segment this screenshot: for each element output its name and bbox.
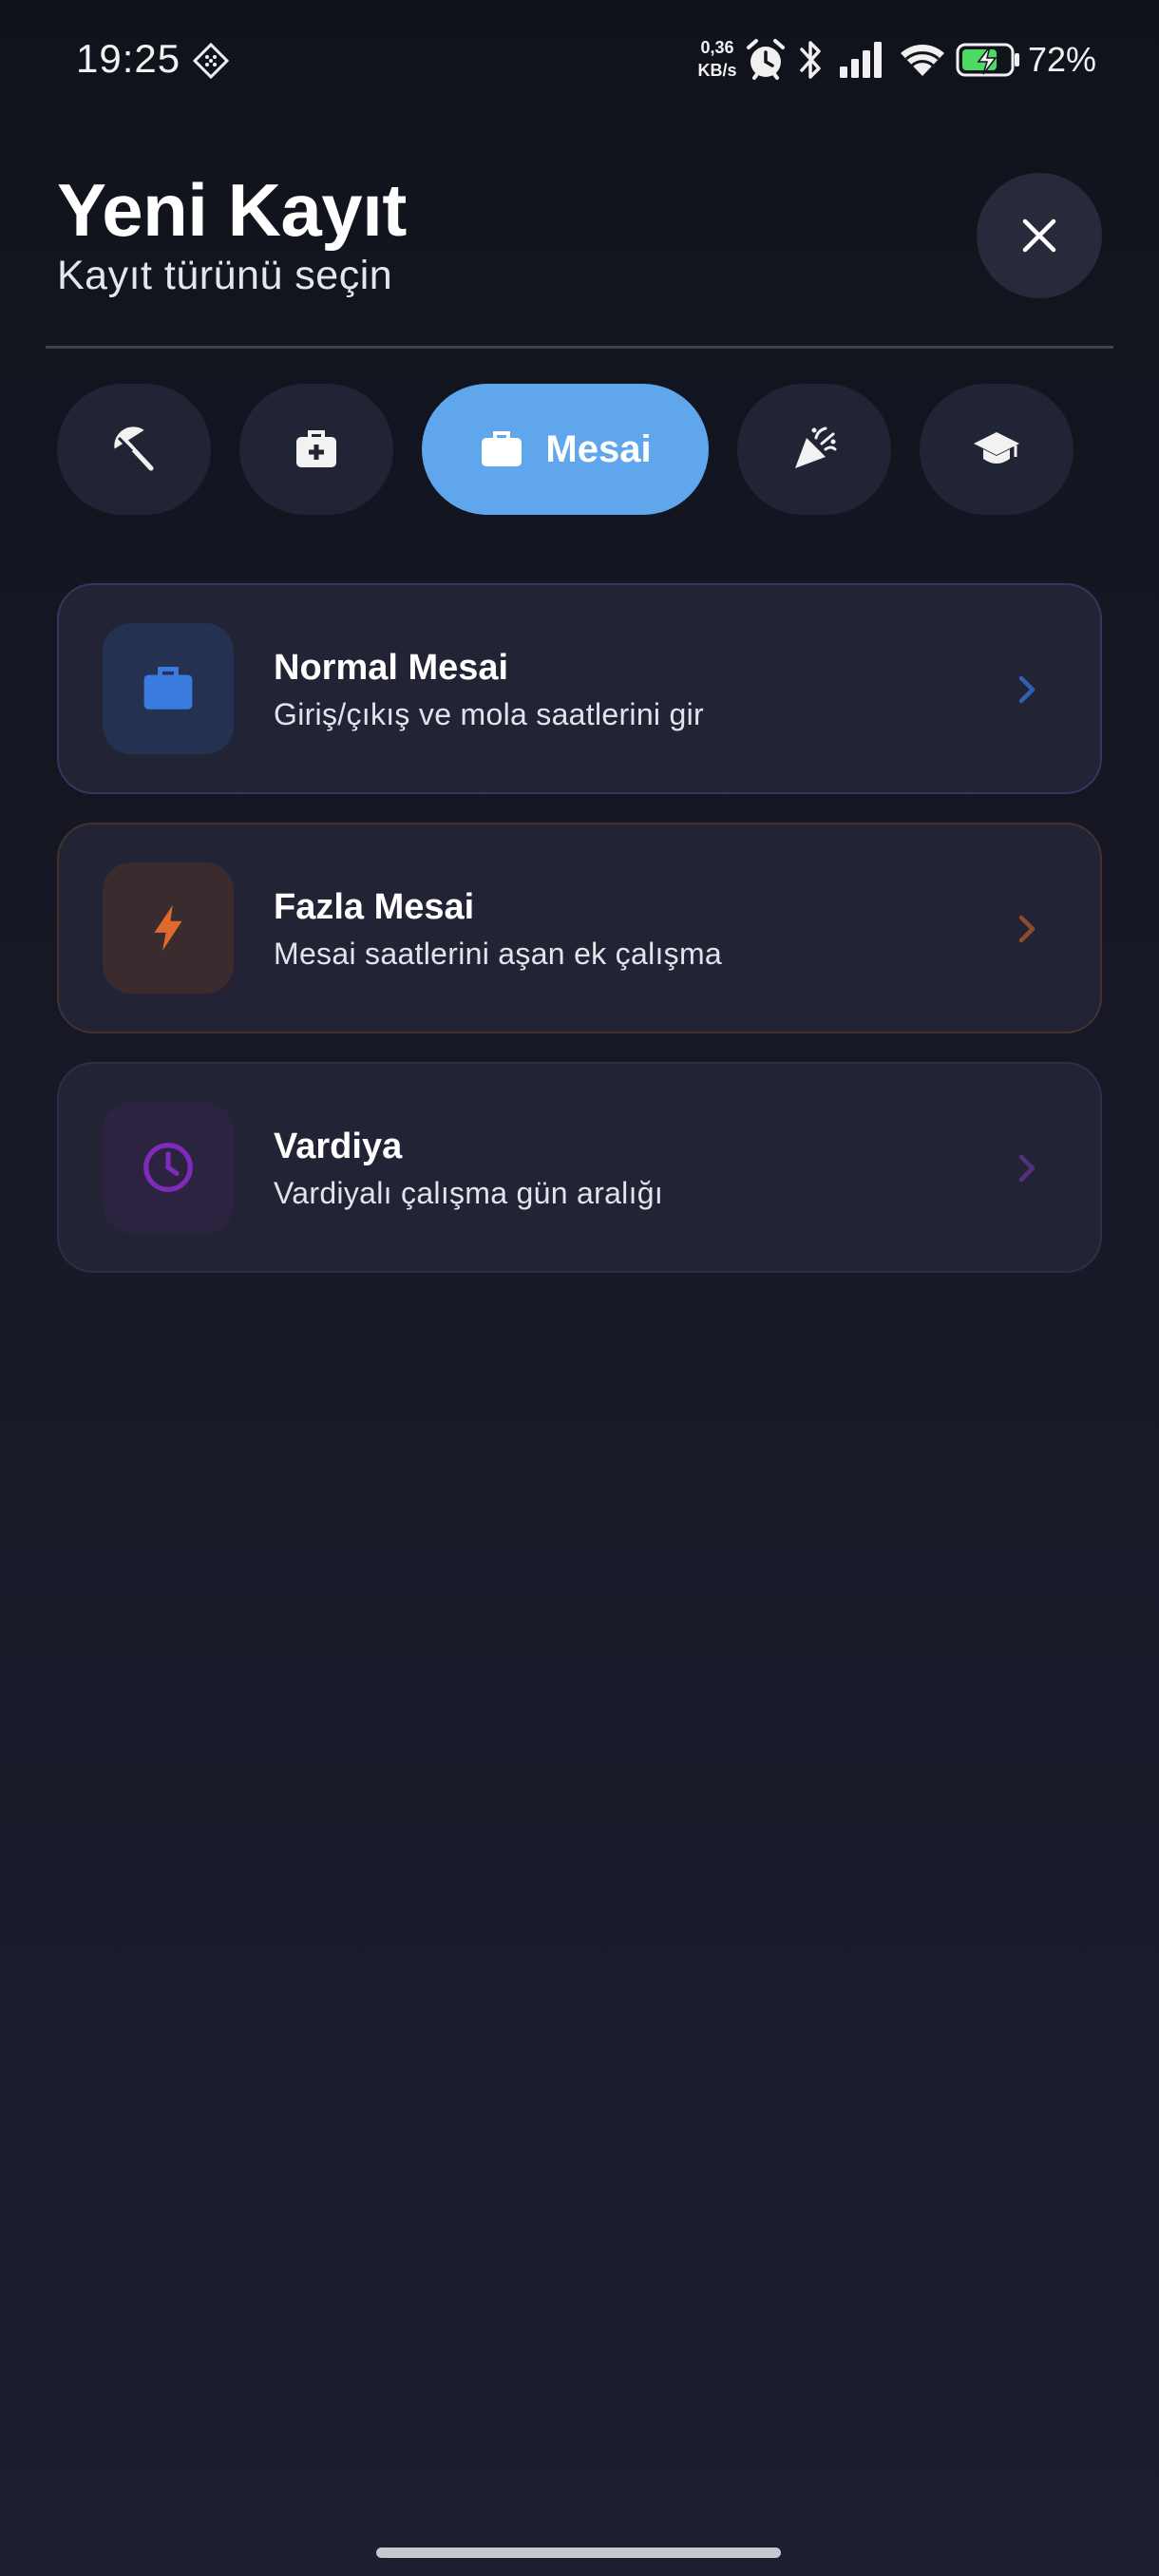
card-description: Mesai saatlerini aşan ek çalışma xyxy=(274,937,723,971)
status-bar: 19:25 0,36 KB/s 72% xyxy=(0,0,1159,123)
party-popper-icon xyxy=(795,426,837,468)
category-chip-vacation[interactable] xyxy=(57,384,211,515)
chevron-right-icon xyxy=(1018,915,1036,943)
category-chip-sick-leave[interactable] xyxy=(239,384,393,515)
alarm-icon xyxy=(747,39,785,80)
network-speed: 0,36 KB/s xyxy=(697,38,737,80)
close-button[interactable] xyxy=(977,173,1102,298)
grid-icon xyxy=(192,42,230,80)
signal-icon xyxy=(840,42,882,78)
bluetooth-icon xyxy=(800,41,821,79)
beach-umbrella-icon xyxy=(114,426,154,471)
card-description: Vardiyalı çalışma gün aralığı xyxy=(274,1176,664,1210)
card-title: Vardiya xyxy=(274,1127,403,1166)
home-indicator[interactable] xyxy=(376,2548,781,2558)
medical-bag-icon xyxy=(296,430,336,467)
page-subtitle: Kayıt türünü seçin xyxy=(57,253,393,298)
graduation-cap-icon xyxy=(974,432,1019,464)
category-chip-education[interactable] xyxy=(920,384,1074,515)
close-icon xyxy=(1022,218,1056,253)
category-chip-label: Mesai xyxy=(545,427,652,470)
card-description: Giriş/çıkış ve mola saatlerini gir xyxy=(274,697,704,731)
category-chip-work[interactable]: Mesai xyxy=(422,384,709,515)
wifi-icon xyxy=(901,45,944,76)
clock-icon xyxy=(143,1143,193,1192)
card-icon-box xyxy=(103,1102,234,1233)
chevron-right-icon xyxy=(1018,1154,1036,1183)
briefcase-icon xyxy=(482,431,522,466)
battery-percent: 72% xyxy=(1028,40,1097,79)
header-divider xyxy=(46,346,1113,349)
option-card-fazla-mesai[interactable]: Fazla Mesai Mesai saatlerini aşan ek çal… xyxy=(57,823,1102,1033)
card-title: Normal Mesai xyxy=(274,648,509,688)
bolt-icon xyxy=(154,904,182,952)
option-card-vardiya[interactable]: Vardiya Vardiyalı çalışma gün aralığı xyxy=(57,1062,1102,1273)
battery-charging-icon xyxy=(956,43,1019,77)
option-card-normal-mesai[interactable]: Normal Mesai Giriş/çıkış ve mola saatler… xyxy=(57,583,1102,794)
page-title: Yeni Kayıt xyxy=(57,168,407,252)
chevron-right-icon xyxy=(1018,675,1036,704)
card-icon-box xyxy=(103,623,234,754)
card-title: Fazla Mesai xyxy=(274,887,475,927)
card-icon-box xyxy=(103,862,234,994)
category-chip-holiday[interactable] xyxy=(737,384,891,515)
status-time: 19:25 xyxy=(76,36,181,81)
briefcase-icon xyxy=(143,667,193,710)
